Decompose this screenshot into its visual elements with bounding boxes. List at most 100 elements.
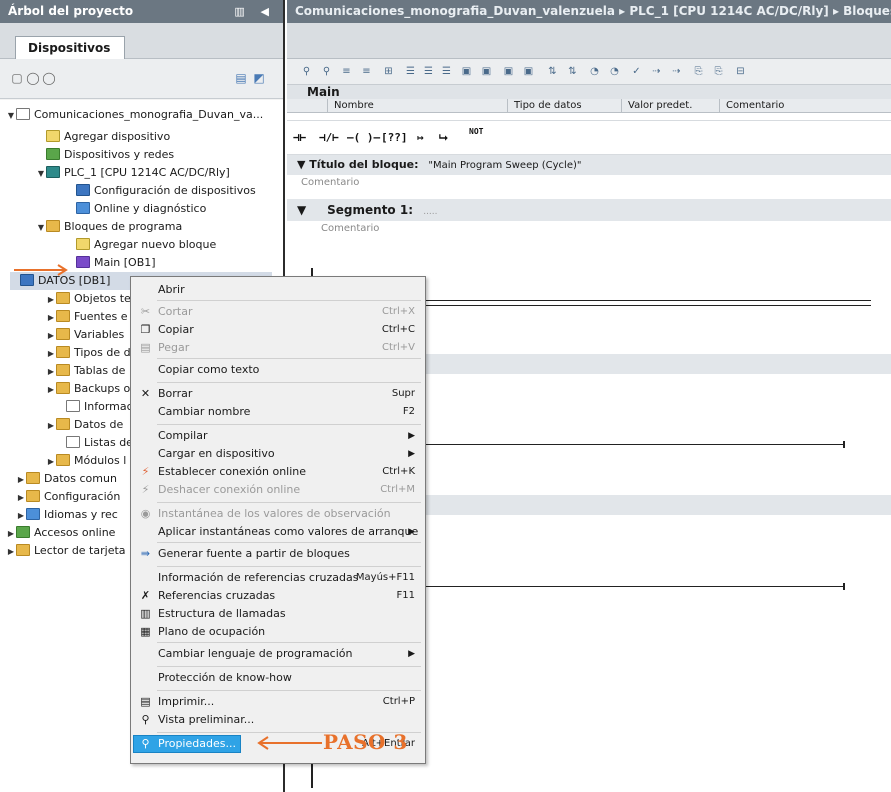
force-icon[interactable]: ◔ <box>607 65 622 79</box>
go-offline-icon[interactable]: ⇢ <box>669 65 684 79</box>
tree-item[interactable]: ▶ Datos comun <box>16 470 117 488</box>
view-toggle-icon[interactable]: ▤ <box>234 71 248 85</box>
breadcrumb[interactable]: Comunicaciones_monografia_Duvan_valenzue… <box>287 0 891 23</box>
filter-icon[interactable]: ◩ <box>252 71 266 85</box>
insert-row-icon[interactable]: ≡ <box>339 65 354 79</box>
pane-controls[interactable]: ▥ ◀ <box>234 0 275 23</box>
tree-expander-icon[interactable]: ▶ <box>46 345 56 363</box>
tree-item[interactable]: Listas de <box>56 434 133 452</box>
menu-item[interactable]: ▦ Plano de ocupación <box>131 623 425 641</box>
tree-item[interactable]: Main [OB1] <box>66 254 156 272</box>
menu-item[interactable]: Cargar en dispositivo ▶ <box>131 445 425 463</box>
tree-expander-icon[interactable]: ▶ <box>6 543 16 561</box>
menu-item[interactable]: ⇛ Generar fuente a partir de bloques <box>131 545 425 563</box>
monitoring-icon[interactable]: ▣ <box>521 65 536 79</box>
block-title-toggle[interactable]: ▼ <box>297 158 309 171</box>
tree-item[interactable]: ▶ Lector de tarjeta <box>6 542 126 560</box>
tree-item[interactable]: ▼ Comunicaciones_monografia_Duvan_va... <box>6 106 263 124</box>
extra-icon[interactable]: ⊟ <box>733 65 748 79</box>
tree-expander-icon[interactable]: ▶ <box>46 453 56 471</box>
back-icon[interactable]: ◯ <box>26 71 40 85</box>
tree-item[interactable]: ▼ Bloques de programa <box>36 218 182 236</box>
tree-expander-icon[interactable]: ▼ <box>6 107 16 125</box>
tree-expander-icon[interactable]: ▶ <box>16 489 26 507</box>
go-online-icon[interactable]: ⇢ <box>649 65 664 79</box>
favorites-icon[interactable]: ☰ <box>439 65 454 79</box>
tree-item[interactable]: Online y diagnóstico <box>66 200 206 218</box>
column-header-data-type[interactable]: Tipo de datos <box>507 99 582 113</box>
append-row-icon[interactable]: ≡ <box>359 65 374 79</box>
coil-button[interactable]: –( )– <box>347 131 380 144</box>
empty-box-button[interactable]: [??] <box>381 131 408 144</box>
menu-item[interactable]: Información de referencias cruzadas Mayús… <box>131 569 425 587</box>
menu-item[interactable]: Aplicar instantáneas como valores de arr… <box>131 523 425 541</box>
tree-item[interactable]: Configuración de dispositivos <box>66 182 256 200</box>
tree-item[interactable]: ▶ Fuentes e <box>46 308 128 326</box>
delete-network-icon[interactable]: ⚲ <box>319 65 334 79</box>
menu-item[interactable]: ❐ Copiar Ctrl+C <box>131 321 425 339</box>
networks-close-icon[interactable]: ☰ <box>421 65 436 79</box>
menu-item[interactable]: ◉ Instantánea de los valores de observaci… <box>131 505 425 523</box>
tree-item[interactable]: ▶ Tipos de d <box>46 344 131 362</box>
load-icon[interactable]: ⇅ <box>565 65 580 79</box>
menu-item[interactable]: ✂ Cortar Ctrl+X <box>131 303 425 321</box>
close-branch-button[interactable]: ⮡ <box>439 131 448 145</box>
tree-item[interactable]: Agregar dispositivo <box>36 128 170 146</box>
block-title-value[interactable]: "Main Program Sweep (Cycle)" <box>428 160 581 171</box>
menu-item[interactable]: ▤ Imprimir... Ctrl+P <box>131 693 425 711</box>
menu-item[interactable]: ▥ Estructura de llamadas <box>131 605 425 623</box>
tree-expander-icon[interactable]: ▶ <box>46 291 56 309</box>
tree-expander-icon[interactable]: ▼ <box>36 219 46 237</box>
compare-icon[interactable]: ⎘ <box>711 65 726 79</box>
menu-item[interactable]: ▤ Pegar Ctrl+V <box>131 339 425 357</box>
nc-contact-button[interactable]: ⊣/⊢ <box>319 131 339 144</box>
open-branch-button[interactable]: ↦ <box>417 131 424 144</box>
segment-toggle[interactable]: ▼ <box>297 203 323 217</box>
menu-item[interactable]: ✕ Borrar Supr <box>131 385 425 403</box>
tree-expander-icon[interactable]: ▶ <box>46 417 56 435</box>
reference-icon[interactable]: ⎘ <box>691 65 706 79</box>
status-icon[interactable]: ✓ <box>629 65 644 79</box>
segment-1-title[interactable]: ..... <box>423 207 437 217</box>
tree-expander-icon[interactable]: ▼ <box>36 165 46 183</box>
menu-item[interactable]: Protección de know-how <box>131 669 425 687</box>
menu-item[interactable]: ✗ Referencias cruzadas F11 <box>131 587 425 605</box>
tree-item[interactable]: ▶ Backups o <box>46 380 130 398</box>
menu-item[interactable]: Cambiar nombre F2 <box>131 403 425 421</box>
menu-item[interactable]: Cambiar lenguaje de programación ▶ <box>131 645 425 663</box>
tab-devices[interactable]: Dispositivos <box>15 36 125 60</box>
absolute-operands-icon[interactable]: ⊞ <box>381 65 396 79</box>
menu-item[interactable]: Copiar como texto <box>131 361 425 379</box>
networks-open-icon[interactable]: ☰ <box>403 65 418 79</box>
tree-expander-icon[interactable]: ▶ <box>46 327 56 345</box>
menu-item[interactable]: Compilar ▶ <box>131 427 425 445</box>
tree-item[interactable]: ▶ Datos de <box>46 416 123 434</box>
column-header-comment[interactable]: Comentario <box>719 99 784 113</box>
snap-icon[interactable]: ▣ <box>501 65 516 79</box>
column-header-default-value[interactable]: Valor predet. <box>621 99 692 113</box>
not-contact-button[interactable]: NOT <box>469 127 483 136</box>
block-comment[interactable]: Comentario <box>287 175 891 191</box>
test-icon[interactable]: ⇅ <box>545 65 560 79</box>
insert-network-icon[interactable]: ⚲ <box>299 65 314 79</box>
tree-item[interactable]: ▶ Módulos l <box>46 452 126 470</box>
tree-item[interactable]: ▶ Objetos te <box>46 290 131 308</box>
no-contact-button[interactable]: ⊣⊢ <box>293 131 306 144</box>
setpoint-icon[interactable]: ◔ <box>587 65 602 79</box>
tree-item[interactable]: ▶ Variables <box>46 326 124 344</box>
menu-item[interactable]: Abrir <box>131 281 425 299</box>
column-header-name[interactable]: Nombre <box>327 99 374 113</box>
tree-item[interactable]: ▶ Accesos online <box>6 524 115 542</box>
tree-item[interactable]: Dispositivos y redes <box>36 146 174 164</box>
menu-item[interactable]: ⚡ Deshacer conexión online Ctrl+M <box>131 481 425 499</box>
tree-expander-icon[interactable]: ▶ <box>46 309 56 327</box>
menu-item[interactable]: ⚲ Vista preliminar... <box>131 711 425 729</box>
tree-expander-icon[interactable]: ▶ <box>46 381 56 399</box>
tree-expander-icon[interactable]: ▶ <box>16 507 26 525</box>
segment-1-comment[interactable]: Comentario <box>287 221 891 237</box>
tree-item[interactable]: ▶ Configuración <box>16 488 120 506</box>
tree-item[interactable]: Informaci <box>56 398 136 416</box>
comments-icon[interactable]: ▣ <box>459 65 474 79</box>
tree-expander-icon[interactable]: ▶ <box>16 471 26 489</box>
menu-item[interactable]: ⚡ Establecer conexión online Ctrl+K <box>131 463 425 481</box>
